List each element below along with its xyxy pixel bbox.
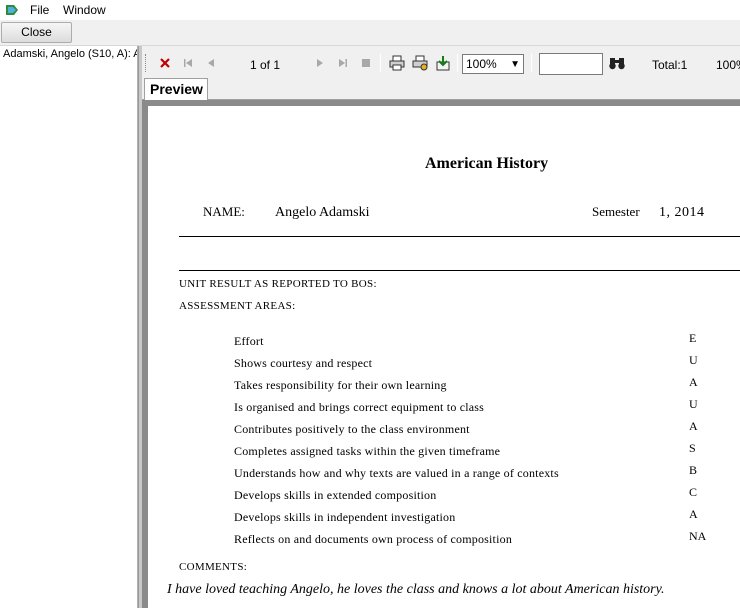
menu-file[interactable]: File xyxy=(28,3,51,17)
assessment-area: Reflects on and documents own process of… xyxy=(234,532,513,546)
assessment-grade: A xyxy=(689,507,698,521)
toolbar-separator xyxy=(457,54,458,72)
assessment-area: Shows courtesy and respect xyxy=(234,356,373,370)
assessment-grade: A xyxy=(689,375,698,389)
assessment-row: Is organised and brings correct equipmen… xyxy=(234,397,740,422)
assessment-area: Is organised and brings correct equipmen… xyxy=(234,400,485,414)
assessment-area: Contributes positively to the class envi… xyxy=(234,422,470,436)
menu-bar: File Window xyxy=(0,0,740,20)
preview-frame[interactable]: American History NAME: Angelo Adamski Se… xyxy=(142,100,740,608)
top-toolbar: Close xyxy=(0,20,740,46)
assessment-row: Shows courtesy and respect U xyxy=(234,353,740,378)
last-page-icon[interactable] xyxy=(334,54,352,72)
comment-text: I have loved teaching Angelo, he loves t… xyxy=(167,582,665,597)
next-page-icon[interactable] xyxy=(311,54,329,72)
assessment-row: Reflects on and documents own process of… xyxy=(234,529,740,554)
stop-icon[interactable] xyxy=(156,54,174,72)
total-count: Total:1 xyxy=(652,58,688,72)
comments-label: COMMENTS: xyxy=(179,561,248,573)
toolbar-separator xyxy=(531,54,532,72)
assessment-grade: U xyxy=(689,353,698,367)
assessment-row: Takes responsibility for their own learn… xyxy=(234,375,740,400)
first-page-icon[interactable] xyxy=(179,54,197,72)
assessment-row: Contributes positively to the class envi… xyxy=(234,419,740,444)
assessment-area: Develops skills in extended composition xyxy=(234,488,437,502)
name-value: Angelo Adamski xyxy=(275,205,370,220)
previous-page-icon[interactable] xyxy=(202,54,220,72)
assessment-area: Develops skills in independent investiga… xyxy=(234,510,456,524)
name-label: NAME: xyxy=(203,204,245,219)
unit-result-label: UNIT RESULT AS REPORTED TO BOS: xyxy=(179,278,377,290)
student-list-panel: Adamski, Angelo (S10, A): A xyxy=(0,46,138,608)
search-input[interactable] xyxy=(539,53,603,75)
assessment-area: Effort xyxy=(234,334,264,348)
print-setup-icon[interactable] xyxy=(410,54,430,72)
divider xyxy=(179,270,740,271)
assessment-row: Develops skills in independent investiga… xyxy=(234,507,740,532)
assessment-row: Effort E xyxy=(234,331,740,356)
assessment-grade: S xyxy=(689,441,696,455)
semester-value: 1, 2014 xyxy=(659,205,705,220)
binoculars-icon[interactable] xyxy=(607,54,627,72)
assessment-row: Develops skills in extended composition … xyxy=(234,485,740,510)
report-title: American History xyxy=(425,155,549,172)
viewer-toolbar: 1 of 1 100% ▼ Total:1 100 xyxy=(142,48,740,78)
assessment-grade: C xyxy=(689,485,698,499)
print-icon[interactable] xyxy=(387,54,407,72)
stop-square-icon[interactable] xyxy=(357,54,375,72)
assessment-grade: A xyxy=(689,419,698,433)
menu-window[interactable]: Window xyxy=(61,3,108,17)
tab-preview[interactable]: Preview xyxy=(144,78,208,100)
assessment-grade: U xyxy=(689,397,698,411)
assessment-row: Completes assigned tasks within the give… xyxy=(234,441,740,466)
assessment-grade: B xyxy=(689,463,698,477)
assessment-area: Takes responsibility for their own learn… xyxy=(234,378,447,392)
zoom-status: 100% xyxy=(716,58,740,72)
page-indicator: 1 of 1 xyxy=(250,58,281,72)
assessment-areas-label: ASSESSMENT AREAS: xyxy=(179,300,296,312)
close-button[interactable]: Close xyxy=(1,22,72,43)
assessment-area: Completes assigned tasks within the give… xyxy=(234,444,501,458)
list-item[interactable]: Adamski, Angelo (S10, A): A xyxy=(3,48,137,60)
export-icon[interactable] xyxy=(433,54,453,72)
toolbar-grip[interactable] xyxy=(145,54,148,72)
report-viewer: 1 of 1 100% ▼ Total:1 100 Preview Americ… xyxy=(142,46,740,608)
assessment-area: Understands how and why texts are valued… xyxy=(234,466,559,480)
app-icon xyxy=(6,5,18,15)
zoom-select[interactable]: 100% ▼ xyxy=(462,54,524,74)
zoom-value: 100% xyxy=(466,57,497,71)
report-page: American History NAME: Angelo Adamski Se… xyxy=(148,106,740,608)
tab-strip: Preview xyxy=(142,78,740,100)
divider xyxy=(179,236,740,237)
chevron-down-icon: ▼ xyxy=(510,59,520,70)
assessment-grade: E xyxy=(689,331,697,345)
assessment-grade: NA xyxy=(689,529,707,543)
toolbar-separator xyxy=(380,54,381,72)
assessment-row: Understands how and why texts are valued… xyxy=(234,463,740,488)
semester-label: Semester xyxy=(592,204,640,219)
